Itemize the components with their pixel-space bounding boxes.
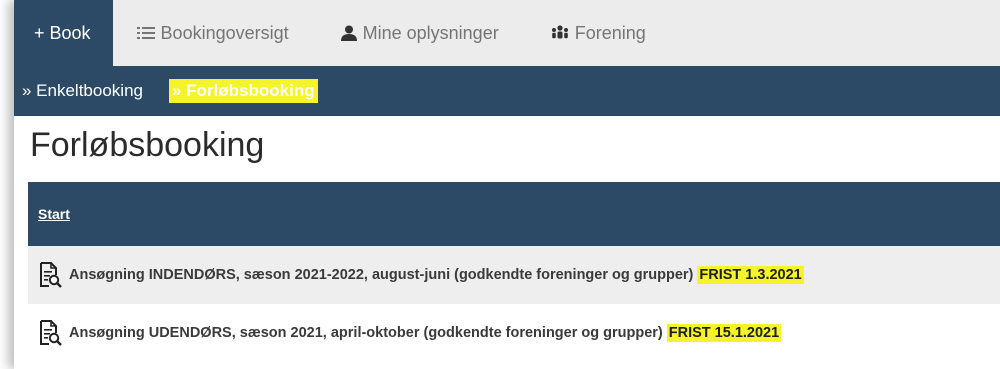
booking-table: Start Ansøgning INDENDØRS, sæson 2021-20…	[28, 182, 1000, 362]
deadline-badge: FRIST 1.3.2021	[697, 266, 804, 284]
subnav-enkeltbooking[interactable]: » Enkeltbooking	[14, 81, 151, 101]
table-header: Start	[28, 182, 1000, 246]
row-title[interactable]: Ansøgning UDENDØRS, sæson 2021, april-ok…	[69, 325, 663, 341]
document-search-icon[interactable]	[38, 262, 62, 288]
booking-window: + Book Bookingoversigt Mine oplysninger …	[14, 0, 1000, 369]
nav-tab-bookingoversigt-label: Bookingoversigt	[160, 22, 289, 43]
user-icon	[340, 25, 357, 41]
nav-tab-mine-oplysninger[interactable]: Mine oplysninger	[317, 0, 527, 66]
group-icon	[551, 25, 569, 41]
top-navigation: + Book Bookingoversigt Mine oplysninger …	[14, 0, 1000, 66]
list-icon	[136, 26, 155, 40]
sort-start-link[interactable]: Start	[38, 206, 70, 222]
row-title[interactable]: Ansøgning INDENDØRS, sæson 2021-2022, au…	[69, 267, 693, 283]
page-title: Forløbsbooking	[30, 126, 265, 164]
table-row[interactable]: Ansøgning INDENDØRS, sæson 2021-2022, au…	[28, 246, 1000, 304]
nav-tab-book-label: + Book	[34, 22, 91, 43]
nav-tab-bookingoversigt[interactable]: Bookingoversigt	[113, 0, 317, 66]
nav-tab-book[interactable]: + Book	[14, 0, 113, 66]
table-row[interactable]: Ansøgning UDENDØRS, sæson 2021, april-ok…	[28, 304, 1000, 362]
subnav-forlobsbooking[interactable]: » Forløbsbooking	[168, 79, 318, 103]
nav-tab-forening[interactable]: Forening	[527, 0, 674, 66]
sub-navigation: » Enkeltbooking » Forløbsbooking	[14, 66, 1000, 116]
nav-tab-forening-label: Forening	[574, 22, 646, 43]
deadline-badge: FRIST 15.1.2021	[666, 324, 782, 342]
nav-tab-mine-oplysninger-label: Mine oplysninger	[362, 22, 499, 43]
document-search-icon[interactable]	[38, 320, 62, 346]
